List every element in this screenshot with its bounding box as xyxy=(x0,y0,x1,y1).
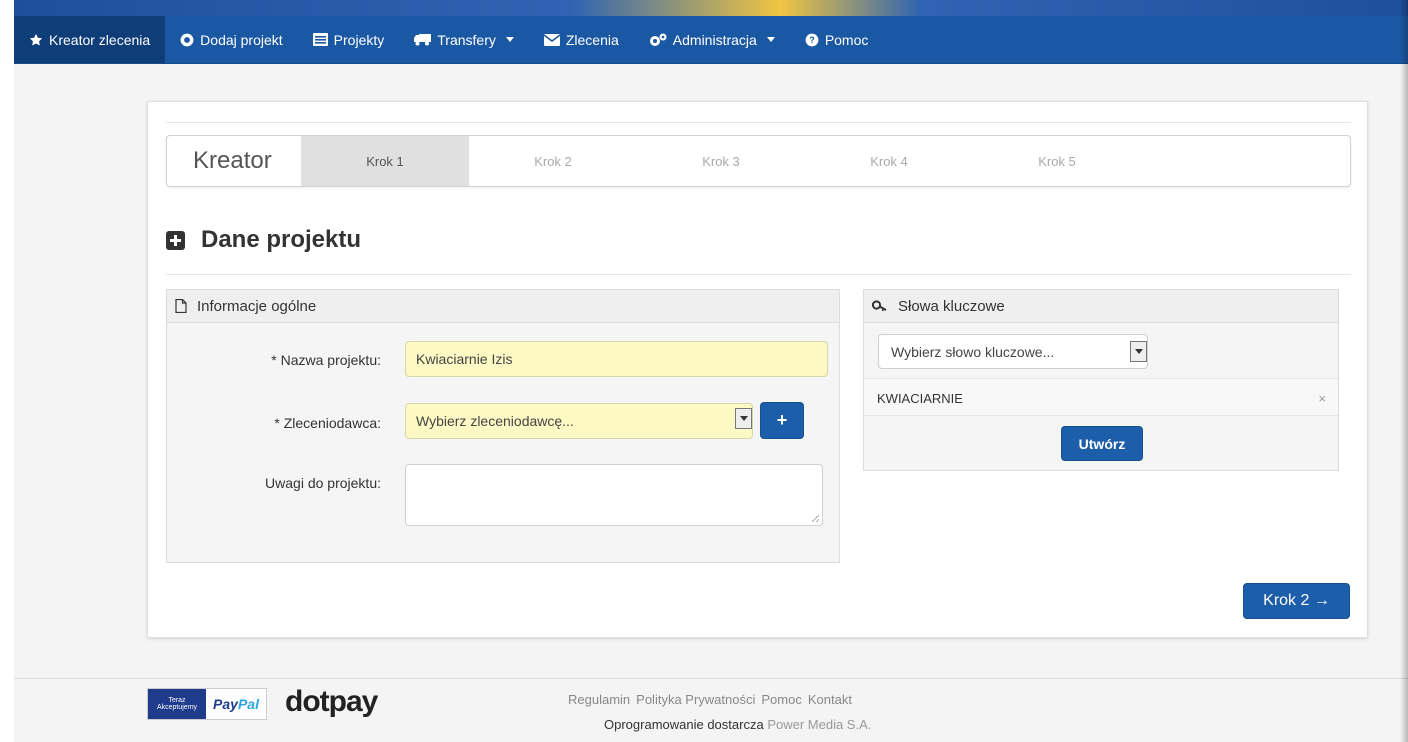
keyword-select-toggle[interactable] xyxy=(1130,341,1147,362)
nav-label: Pomoc xyxy=(824,31,869,48)
project-name-input[interactable]: Kwiaciarnie Izis xyxy=(405,341,828,377)
nav-label: Dodaj projekt xyxy=(200,31,283,48)
dotpay-logo: dotpay xyxy=(285,685,378,718)
add-client-button[interactable]: + xyxy=(760,402,804,439)
footer-link-kontakt[interactable]: Kontakt xyxy=(808,692,852,707)
notes-textarea[interactable] xyxy=(405,464,823,526)
paypal-logo: Pay Pal xyxy=(206,689,266,719)
create-keyword-button[interactable]: Utwórz xyxy=(1061,426,1143,461)
nav-label: Zlecenia xyxy=(565,31,619,48)
svg-text:?: ? xyxy=(809,34,814,44)
file-icon xyxy=(175,299,187,313)
badge-bottom-text: Akceptujemy xyxy=(156,704,198,711)
envelope-icon xyxy=(543,33,560,46)
question-circle-icon: ? xyxy=(805,33,819,46)
paypal-badge: Teraz Akceptujemy Pay Pal xyxy=(147,688,267,720)
resize-handle[interactable] xyxy=(812,515,819,522)
credit-prefix: Oprogramowanie dostarcza xyxy=(604,717,764,732)
vendor-link[interactable]: Power Media S.A. xyxy=(767,717,871,732)
gears-icon xyxy=(649,33,667,46)
nav-label: Administracja xyxy=(672,31,757,48)
wizard-steps: Kreator Krok 1 Krok 2 Krok 3 Krok 4 Krok… xyxy=(166,135,1351,187)
list-icon xyxy=(312,33,328,46)
project-name-label: * Nazwa projektu: xyxy=(271,352,381,368)
plus-square-icon xyxy=(166,230,185,250)
star-icon xyxy=(29,33,43,46)
footer-link-regulamin[interactable]: Regulamin xyxy=(568,692,630,707)
paypal-logo-a: Pay xyxy=(213,696,238,712)
chevron-down-icon xyxy=(766,37,775,42)
remove-keyword-icon[interactable]: × xyxy=(1318,391,1326,406)
notes-label: Uwagi do projektu: xyxy=(265,475,381,491)
footer-links: Regulamin Polityka Prywatności Pomoc Kon… xyxy=(568,692,852,707)
wizard-title: Kreator xyxy=(193,147,272,174)
nav-pomoc[interactable]: ? Pomoc xyxy=(790,16,884,63)
panel-title: Informacje ogólne xyxy=(197,297,317,315)
nav-dodaj-projekt[interactable]: Dodaj projekt xyxy=(165,16,298,63)
footer-link-polityka[interactable]: Polityka Prywatności xyxy=(636,692,755,707)
wizard-card: Kreator Krok 1 Krok 2 Krok 3 Krok 4 Krok… xyxy=(147,101,1368,638)
client-label: * Zleceniodawca: xyxy=(274,415,381,431)
footer-link-pomoc[interactable]: Pomoc xyxy=(761,692,801,707)
badge-top-text: Teraz xyxy=(168,696,186,704)
panel-header: Informacje ogólne xyxy=(167,290,839,323)
chevron-down-icon xyxy=(505,37,514,42)
nav-label: Projekty xyxy=(333,31,385,48)
keyword-label: KWIACIARNIE xyxy=(877,391,963,406)
window-edge-shadow xyxy=(1400,0,1408,742)
keywords-panel: Słowa kluczowe Wybierz słowo kluczowe...… xyxy=(863,289,1339,471)
main-navbar: Kreator zlecenia Dodaj projekt Projekty … xyxy=(14,16,1408,64)
footer-credit: Oprogramowanie dostarcza Power Media S.A… xyxy=(604,717,871,732)
next-step-button[interactable]: Krok 2 → xyxy=(1243,583,1350,619)
wizard-step-2[interactable]: Krok 2 xyxy=(469,136,637,186)
nav-projekty[interactable]: Projekty xyxy=(298,16,400,63)
general-info-panel: Informacje ogólne * Nazwa projektu: Kwia… xyxy=(166,289,840,563)
client-select-value: Wybierz zleceniodawcę... xyxy=(416,413,574,429)
wizard-step-1[interactable]: Krok 1 xyxy=(301,136,469,186)
nav-transfery[interactable]: Transfery xyxy=(399,16,529,63)
paypal-logo-b: Pal xyxy=(237,696,259,712)
panel-header: Słowa kluczowe xyxy=(864,290,1338,323)
chevron-down-icon xyxy=(739,416,748,421)
keyword-select[interactable]: Wybierz słowo kluczowe... xyxy=(878,334,1148,369)
panel-title: Słowa kluczowe xyxy=(898,297,1005,315)
section-title: Dane projektu xyxy=(201,226,362,253)
nav-zlecenia[interactable]: Zlecenia xyxy=(529,16,634,63)
nav-kreator-zlecenia[interactable]: Kreator zlecenia xyxy=(14,16,166,63)
nav-label: Transfery xyxy=(437,31,496,48)
wizard-step-5[interactable]: Krok 5 xyxy=(973,136,1141,186)
key-icon xyxy=(872,300,887,312)
keyword-select-value: Wybierz słowo kluczowe... xyxy=(891,343,1055,360)
truck-icon xyxy=(414,34,432,46)
paypal-badge-caption: Teraz Akceptujemy xyxy=(148,689,206,719)
client-select[interactable]: Wybierz zleceniodawcę... xyxy=(405,403,753,439)
wizard-step-4[interactable]: Krok 4 xyxy=(805,136,973,186)
client-select-toggle[interactable] xyxy=(735,408,752,429)
wizard-step-3[interactable]: Krok 3 xyxy=(637,136,805,186)
nav-label: Kreator zlecenia xyxy=(49,31,151,48)
section-header: Dane projektu xyxy=(166,226,361,254)
plus-circle-icon xyxy=(180,33,194,46)
keyword-item: KWIACIARNIE × xyxy=(864,378,1338,416)
divider xyxy=(166,274,1351,275)
chevron-down-icon xyxy=(1134,349,1143,354)
left-margin xyxy=(0,0,14,742)
divider xyxy=(166,122,1351,123)
nav-administracja[interactable]: Administracja xyxy=(634,16,790,63)
